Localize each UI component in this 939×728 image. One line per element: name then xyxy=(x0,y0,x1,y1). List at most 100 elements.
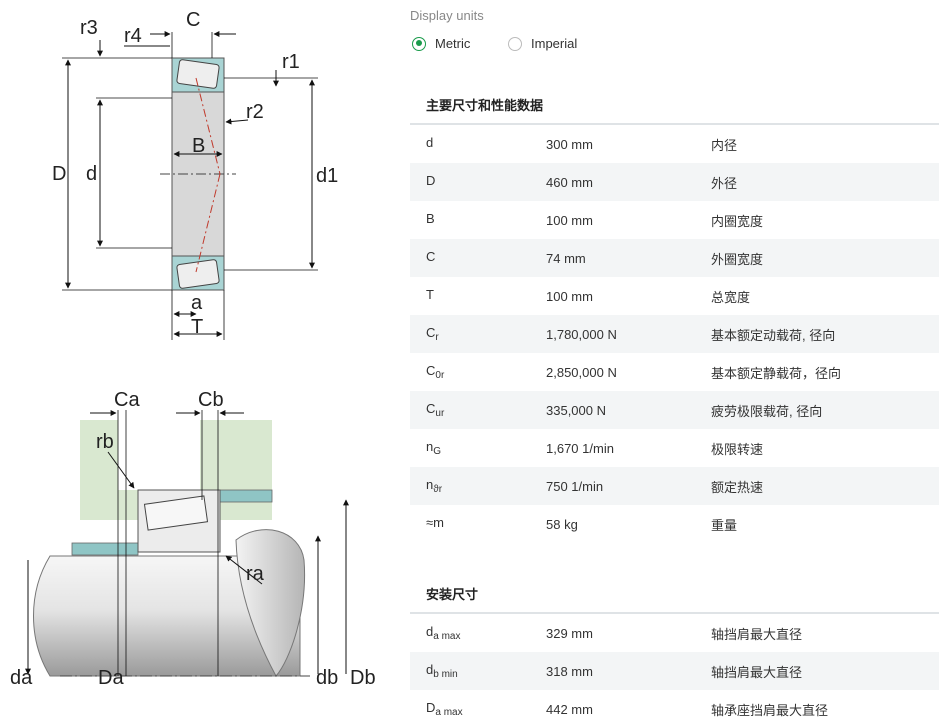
table-row: D 460 mm 外径 xyxy=(410,163,939,201)
mounting-properties-table: da max 329 mm 轴挡肩最大直径 db min 318 mm 轴挡肩最大直径 Da… xyxy=(410,614,939,728)
property-symbol: Da max xyxy=(410,690,546,728)
property-symbol: T xyxy=(410,277,546,315)
property-value: 100 mm xyxy=(546,212,593,228)
label-da-housing: Da xyxy=(98,667,124,689)
main-section-title: 主要尺寸和性能数据 xyxy=(426,98,544,113)
property-symbol: nG xyxy=(410,429,546,467)
symbol-main: C xyxy=(426,401,436,416)
label-t: T xyxy=(191,316,203,338)
symbol-subscript: a max xyxy=(435,707,463,718)
property-description: 内圈宽度 xyxy=(711,213,764,229)
property-description: 轴承座挡肩最大直径 xyxy=(711,702,829,718)
symbol-main: D xyxy=(426,700,436,715)
property-description: 总宽度 xyxy=(711,289,751,305)
bearing-diagram: r3 r4 C r1 r2 D d B d1 a T Ca Cb rb ra d… xyxy=(0,0,400,724)
table-row: B 100 mm 内圈宽度 xyxy=(410,201,939,239)
label-d-outer: D xyxy=(52,163,66,185)
label-c: C xyxy=(186,9,200,31)
property-symbol: d xyxy=(410,125,546,163)
symbol-subscript: G xyxy=(433,446,442,457)
table-row: db min 318 mm 轴挡肩最大直径 xyxy=(410,652,939,690)
label-rb: rb xyxy=(96,431,114,453)
radio-selected-icon xyxy=(412,36,426,51)
property-value: 318 mm xyxy=(546,652,711,690)
label-b: B xyxy=(192,135,205,157)
property-symbol: da max xyxy=(410,614,546,652)
property-value: 1,780,000 N xyxy=(546,315,711,353)
table-row: C 74 mm 外圈宽度 xyxy=(410,239,939,277)
table-row: T 100 mm 总宽度 xyxy=(410,277,939,315)
symbol-main: C xyxy=(426,363,436,378)
symbol-subscript: r xyxy=(435,332,439,343)
property-description: 外径 xyxy=(711,163,939,201)
symbol-subscript: a max xyxy=(433,631,461,642)
label-a: a xyxy=(191,292,203,314)
mounting-drawing: Ca Cb rb ra da Da db Db xyxy=(10,389,376,689)
property-description: 疲劳极限载荷, 径向 xyxy=(711,391,939,429)
property-description: 外圈宽度 xyxy=(711,239,939,277)
label-db: db xyxy=(316,667,338,689)
property-value: 442 mm xyxy=(546,701,593,717)
property-symbol: C xyxy=(410,239,546,277)
property-symbol: nϑr xyxy=(410,467,546,505)
property-symbol: Cur xyxy=(410,391,546,429)
property-description: 极限转速 xyxy=(711,441,764,457)
property-value: 58 kg xyxy=(546,516,578,532)
symbol-main: B xyxy=(426,211,435,226)
symbol-subscript: b min xyxy=(433,669,458,680)
property-value: 750 1/min xyxy=(546,467,711,505)
property-symbol: D xyxy=(410,163,546,201)
property-description: 轴挡肩最大直径 xyxy=(711,652,939,690)
symbol-main: D xyxy=(426,173,436,188)
table-row: da max 329 mm 轴挡肩最大直径 xyxy=(410,614,939,652)
metric-radio[interactable]: Metric xyxy=(412,36,470,51)
property-symbol: ≈m xyxy=(410,505,546,543)
property-symbol: C0r xyxy=(410,353,546,391)
label-ca: Ca xyxy=(114,389,140,411)
metric-label: Metric xyxy=(435,36,471,51)
imperial-radio[interactable]: Imperial xyxy=(508,36,577,51)
property-symbol: Cr xyxy=(410,315,546,353)
property-description: 重量 xyxy=(711,517,738,533)
property-description: 基本额定静载荷，径向 xyxy=(711,365,842,381)
table-row: nϑr 750 1/min 额定热速 xyxy=(410,467,939,505)
property-value: 2,850,000 N xyxy=(546,364,617,380)
symbol-subscript: 0r xyxy=(435,370,445,381)
symbol-main: T xyxy=(426,287,434,302)
property-value: 329 mm xyxy=(546,625,593,641)
table-row: Cur 335,000 N 疲劳极限载荷, 径向 xyxy=(410,391,939,429)
label-d1: d1 xyxy=(316,165,338,187)
property-value: 460 mm xyxy=(546,163,711,201)
table-row: nG 1,670 1/min 极限转速 xyxy=(410,429,939,467)
property-symbol: B xyxy=(410,201,546,239)
property-description: 基本额定动载荷, 径向 xyxy=(711,315,939,353)
main-properties-table: d 300 mm 内径 D 460 mm 外径 B 100 mm 内圈宽度 C 74 mm 外圈宽度 T… xyxy=(410,125,939,543)
label-r3: r3 xyxy=(80,17,98,39)
table-row: Da max 442 mm 轴承座挡肩最大直径 xyxy=(410,690,939,728)
table-row: d 300 mm 内径 xyxy=(410,125,939,163)
symbol-main: C xyxy=(426,249,436,264)
symbol-subscript: ϑr xyxy=(433,484,443,495)
label-db-housing: Db xyxy=(350,667,376,689)
property-value: 300 mm xyxy=(546,136,593,152)
label-d-bore: d xyxy=(86,163,97,185)
table-row: Cr 1,780,000 N 基本额定动载荷, 径向 xyxy=(410,315,939,353)
property-description: 内径 xyxy=(711,137,738,153)
bearing-cross-section: r3 r4 C r1 r2 D d B d1 a T xyxy=(52,9,338,340)
label-cb: Cb xyxy=(198,389,224,411)
property-value: 100 mm xyxy=(546,288,593,304)
label-r1: r1 xyxy=(282,51,300,73)
mounting-section-title: 安装尺寸 xyxy=(426,587,479,602)
property-description: 额定热速 xyxy=(711,467,939,505)
table-row: C0r 2,850,000 N 基本额定静载荷，径向 xyxy=(410,353,939,391)
property-symbol: db min xyxy=(410,652,546,690)
symbol-main: ≈m xyxy=(426,515,444,530)
properties-panel: Display units Metric Imperial 主要尺寸和性能数据 … xyxy=(410,0,939,724)
label-r4: r4 xyxy=(124,25,142,47)
label-ra: ra xyxy=(246,563,265,585)
display-units-label: Display units xyxy=(410,8,484,23)
label-da: da xyxy=(10,667,33,689)
property-value: 335,000 N xyxy=(546,391,711,429)
symbol-main: d xyxy=(426,135,434,150)
table-row: ≈m 58 kg 重量 xyxy=(410,505,939,543)
